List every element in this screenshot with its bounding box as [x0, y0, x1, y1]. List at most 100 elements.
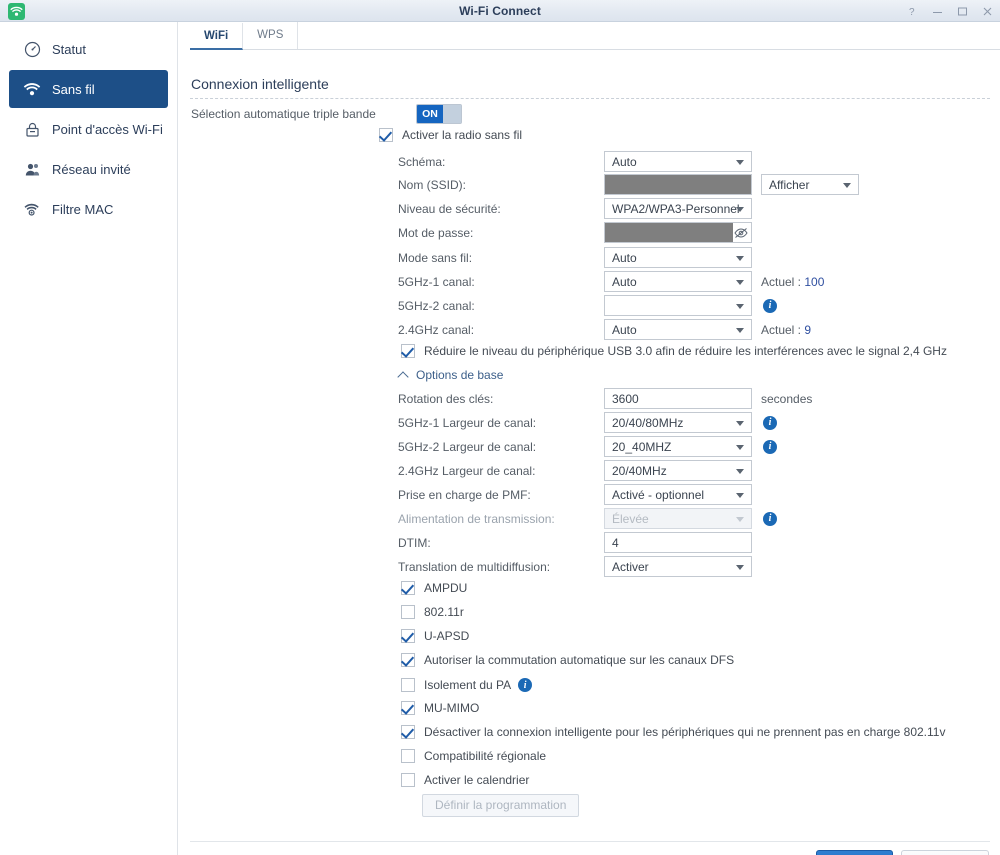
maximize-button[interactable] [956, 5, 969, 18]
security-select[interactable]: WPA2/WPA3-Personnel [604, 198, 752, 219]
ssid-redaction-block [605, 175, 751, 194]
bandwidth-5g2-label: 5GHz-2 Largeur de canal: [398, 439, 537, 454]
chevron-down-icon [736, 564, 744, 570]
multicast-row: Translation de multidiffusion: Activer [398, 556, 752, 577]
pmf-select[interactable]: Activé - optionnel [604, 484, 752, 505]
bandwidth-5g2-select[interactable]: 20_40MHZ [604, 436, 752, 457]
checkbox-input[interactable] [401, 581, 415, 595]
bandwidth-24-select[interactable]: 20/40MHz [604, 460, 752, 481]
channel-5g2-select[interactable] [604, 295, 752, 316]
chevron-up-icon [398, 370, 409, 381]
channel-5g1-select[interactable]: Auto [604, 271, 752, 292]
tab-bar: WiFi WPS [190, 22, 1000, 50]
reset-button[interactable]: Réinitialiser [900, 850, 989, 855]
triband-toggle[interactable]: ON [416, 104, 462, 124]
sidebar-item-sans-fil[interactable]: Sans fil [9, 70, 168, 108]
apply-button[interactable]: Appliquer [816, 850, 893, 855]
footer-actions: Appliquer Réinitialiser [816, 850, 989, 855]
sidebar: Statut Sans fil Point d'accès Wi-Fi Rése… [0, 22, 178, 855]
checkbox-input[interactable] [401, 749, 415, 763]
chevron-down-icon [736, 303, 744, 309]
channel-24-row: 2.4GHz canal: Auto Actuel : 9 [398, 319, 811, 340]
chevron-down-icon [736, 468, 744, 474]
checkbox-80211r[interactable]: 802.11r [401, 605, 464, 619]
schema-select[interactable]: Auto [604, 151, 752, 172]
ssid-input[interactable] [604, 174, 752, 195]
sidebar-item-label: Sans fil [52, 81, 95, 97]
minimize-button[interactable] [931, 5, 944, 18]
key-rotation-row: Rotation des clés: 3600 secondes [398, 388, 812, 409]
enable-radio-row[interactable]: Activer la radio sans fil [379, 128, 522, 142]
checkbox-input[interactable] [401, 725, 415, 739]
checkbox-input[interactable] [401, 629, 415, 643]
checkbox-input[interactable] [401, 773, 415, 787]
key-rotation-label: Rotation des clés: [398, 391, 494, 406]
checkbox-label: U-APSD [424, 629, 470, 643]
toggle-knob [443, 105, 461, 123]
dtim-input[interactable]: 4 [604, 532, 752, 553]
ssid-row: Nom (SSID): Afficher [398, 174, 859, 195]
key-rotation-input[interactable]: 3600 [604, 388, 752, 409]
channel-5g2-label: 5GHz-2 canal: [398, 298, 475, 313]
info-icon[interactable]: i [763, 439, 777, 454]
sidebar-item-statut[interactable]: Statut [9, 30, 168, 68]
set-schedule-row: Définir la programmation [422, 794, 580, 817]
tx-power-label: Alimentation de transmission: [398, 511, 555, 526]
checkbox-disable-smart-connect-80211v[interactable]: Désactiver la connexion intelligente pou… [401, 725, 945, 739]
checkbox-enable-schedule[interactable]: Activer le calendrier [401, 773, 529, 787]
channel-24-label: 2.4GHz canal: [398, 322, 475, 337]
tab-wifi[interactable]: WiFi [190, 23, 244, 50]
sidebar-item-reseau-invite[interactable]: Réseau invité [9, 150, 168, 188]
info-icon[interactable]: i [763, 415, 777, 430]
wireless-mode-row: Mode sans fil: Auto [398, 247, 752, 268]
sidebar-item-filtre-mac[interactable]: Filtre MAC [9, 190, 168, 228]
multicast-select[interactable]: Activer [604, 556, 752, 577]
bandwidth-5g2-value: 20_40MHZ [612, 439, 672, 454]
info-icon[interactable]: i [763, 298, 777, 313]
channel-24-select[interactable]: Auto [604, 319, 752, 340]
ssid-visibility-select[interactable]: Afficher [761, 174, 859, 195]
checkbox-dfs-auto-switch[interactable]: Autoriser la commutation automatique sur… [401, 653, 734, 667]
usb3-checkbox[interactable] [401, 344, 415, 358]
eye-slash-icon[interactable] [733, 226, 748, 240]
checkbox-ap-isolation[interactable]: Isolement du PA i [401, 678, 533, 692]
checkbox-label: Compatibilité régionale [424, 749, 547, 763]
schema-value: Auto [612, 154, 637, 169]
checkbox-input[interactable] [401, 678, 415, 692]
bandwidth-24-label: 2.4GHz Largeur de canal: [398, 463, 536, 478]
help-button[interactable]: ? [906, 5, 919, 18]
wireless-mode-select[interactable]: Auto [604, 247, 752, 268]
dtim-value: 4 [612, 535, 619, 550]
tx-power-value: Élevée [612, 511, 649, 526]
bandwidth-5g1-select[interactable]: 20/40/80MHz [604, 412, 752, 433]
channel-5g2-row: 5GHz-2 canal: i [398, 295, 777, 316]
triband-row: Sélection automatique triple bande ON [191, 104, 661, 124]
password-input[interactable] [604, 222, 752, 243]
info-icon[interactable]: i [763, 511, 777, 526]
checkbox-input[interactable] [401, 653, 415, 667]
security-value: WPA2/WPA3-Personnel [612, 201, 740, 216]
checkbox-mu-mimo[interactable]: MU-MIMO [401, 701, 479, 715]
bandwidth-24-value: 20/40MHz [612, 463, 667, 478]
wifi-icon [21, 78, 43, 100]
enable-radio-checkbox[interactable] [379, 128, 393, 142]
checkbox-label: 802.11r [424, 605, 464, 619]
usb3-row[interactable]: Réduire le niveau du périphérique USB 3.… [401, 344, 947, 358]
close-button[interactable] [981, 5, 994, 18]
checkbox-ampdu[interactable]: AMPDU [401, 581, 467, 595]
password-label: Mot de passe: [398, 225, 474, 240]
security-row: Niveau de sécurité: WPA2/WPA3-Personnel [398, 198, 752, 219]
checkbox-uapsd[interactable]: U-APSD [401, 629, 469, 643]
sidebar-item-point-dacces-wifi[interactable]: Point d'accès Wi-Fi [9, 110, 168, 148]
checkbox-regional-compat[interactable]: Compatibilité régionale [401, 749, 546, 763]
basic-options-toggle[interactable]: Options de base [398, 368, 503, 382]
tab-wps[interactable]: WPS [243, 22, 299, 49]
chevron-down-icon [736, 255, 744, 261]
usb3-label: Réduire le niveau du périphérique USB 3.… [424, 344, 947, 358]
checkbox-label: MU-MIMO [424, 701, 480, 715]
wireless-mode-value: Auto [612, 250, 637, 265]
wifi-connect-window: Wi-Fi Connect ? Statut Sans fil Point d'… [0, 0, 1000, 855]
checkbox-input[interactable] [401, 605, 415, 619]
info-icon[interactable]: i [518, 678, 533, 692]
checkbox-input[interactable] [401, 701, 415, 715]
